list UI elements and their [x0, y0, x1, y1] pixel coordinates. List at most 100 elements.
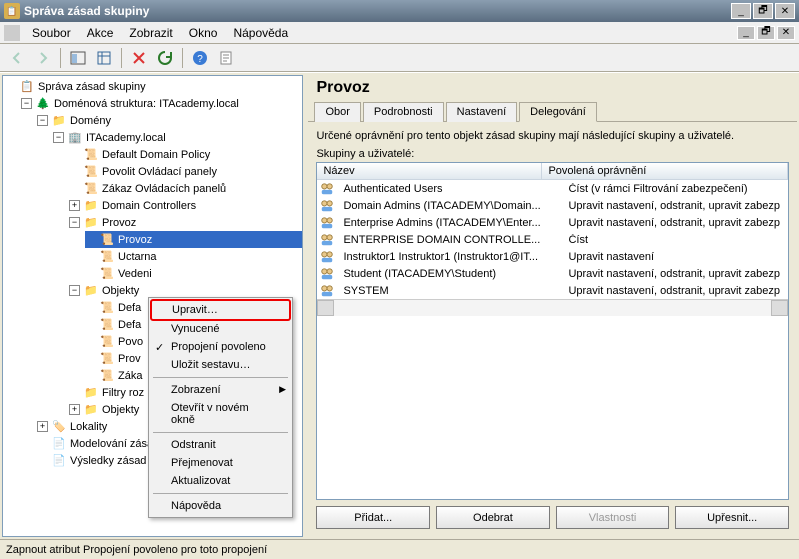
menu-napoveda[interactable]: Nápověda — [225, 24, 296, 42]
table-row[interactable]: ENTERPRISE DOMAIN CONTROLLE...Číst — [317, 231, 788, 248]
menu-okno[interactable]: Okno — [181, 24, 226, 42]
expand-toggle[interactable]: + — [69, 404, 80, 415]
tab-obor[interactable]: Obor — [314, 102, 360, 122]
tree-model[interactable]: Modelování zása — [70, 438, 153, 450]
tree-objekty2[interactable]: Objekty — [102, 404, 139, 416]
expand-toggle[interactable]: − — [37, 115, 48, 126]
tree-domain[interactable]: ITAcademy.local — [86, 132, 166, 144]
ou-icon: 📁 — [83, 215, 99, 231]
tree-lokality[interactable]: Lokality — [70, 421, 107, 433]
cm-otevrit[interactable]: Otevřít v novém okně — [151, 399, 290, 429]
delete-button[interactable] — [128, 47, 150, 69]
cm-ulozit[interactable]: Uložit sestavu… — [151, 356, 290, 374]
mdi-minimize-button[interactable]: _ — [737, 26, 755, 40]
group-icon — [319, 266, 335, 282]
folder-icon: 📁 — [83, 402, 99, 418]
properties-button[interactable] — [215, 47, 237, 69]
tree-ddp[interactable]: Default Domain Policy — [102, 149, 210, 161]
tree-pane[interactable]: 📋 Správa zásad skupiny − 🌲 Doménová stru… — [2, 75, 303, 537]
refresh-button[interactable] — [154, 47, 176, 69]
tree-filtry[interactable]: Filtry roz — [102, 387, 144, 399]
scroll-left-icon[interactable] — [317, 300, 334, 316]
help-button[interactable]: ? — [189, 47, 211, 69]
sites-icon: 🏷️ — [51, 419, 67, 435]
cm-propojeni[interactable]: ✓Propojení povoleno — [151, 338, 290, 356]
cm-vynucene[interactable]: Vynucené — [151, 320, 290, 338]
cm-aktualizovat[interactable]: Aktualizovat — [151, 472, 290, 490]
menu-soubor[interactable]: Soubor — [24, 24, 79, 42]
minimize-button[interactable]: _ — [731, 3, 751, 19]
tree-prov[interactable]: Prov — [118, 353, 141, 365]
gpo-icon: 📜 — [99, 368, 115, 384]
gpo-link-icon: 📜 — [99, 266, 115, 282]
tree-zak[interactable]: Zákaz Ovládacích panelů — [102, 183, 226, 195]
restore-button[interactable]: 🗗 — [753, 3, 773, 19]
deleg-desc: Určené oprávnění pro tento objekt zásad … — [316, 130, 789, 142]
tree-provoz-gpo[interactable]: Provoz — [118, 234, 152, 246]
expand-toggle[interactable]: + — [37, 421, 48, 432]
advanced-button[interactable]: Upřesnit... — [675, 506, 789, 529]
cm-separator — [153, 493, 288, 494]
table-row[interactable]: Domain Admins (ITACADEMY\Domain...Upravi… — [317, 197, 788, 214]
table-row[interactable]: Enterprise Admins (ITACADEMY\Enter...Upr… — [317, 214, 788, 231]
menu-zobrazit[interactable]: Zobrazit — [121, 24, 180, 42]
table-row[interactable]: Student (ITACADEMY\Student)Upravit nasta… — [317, 265, 788, 282]
cell-perm: Upravit nastavení, odstranit, upravit za… — [562, 217, 786, 229]
menubar: Soubor Akce Zobrazit Okno Nápověda _ 🗗 ✕ — [0, 22, 799, 44]
expand-toggle[interactable]: − — [69, 285, 80, 296]
close-button[interactable]: ✕ — [775, 3, 795, 19]
expand-toggle[interactable]: − — [53, 132, 64, 143]
tab-nastaveni[interactable]: Nastavení — [446, 102, 518, 122]
gpo-icon: 📜 — [99, 300, 115, 316]
cm-propojeni-label: Propojení povoleno — [171, 341, 266, 353]
mdi-restore-button[interactable]: 🗗 — [757, 26, 775, 40]
scroll-right-icon[interactable] — [771, 300, 788, 316]
tree-forest[interactable]: Doménová struktura: ITAcademy.local — [54, 98, 239, 110]
tree-defa2[interactable]: Defa — [118, 319, 141, 331]
col-opravneni[interactable]: Povolená oprávnění — [542, 163, 788, 179]
tree-root[interactable]: Správa zásad skupiny — [38, 81, 146, 93]
expand-toggle[interactable]: − — [69, 217, 80, 228]
add-button[interactable]: Přidat... — [316, 506, 430, 529]
tree-uctarna[interactable]: Uctarna — [118, 251, 157, 263]
cell-perm: Upravit nastavení — [562, 251, 786, 263]
toolbar: ? — [0, 44, 799, 72]
tree-zaka[interactable]: Záka — [118, 370, 142, 382]
cm-zobrazeni-label: Zobrazení — [171, 384, 221, 396]
cm-odstranit[interactable]: Odstranit — [151, 436, 290, 454]
cm-prejmenovat[interactable]: Přejmenovat — [151, 454, 290, 472]
tree-provoz[interactable]: Provoz — [102, 217, 136, 229]
cm-upravit[interactable]: Upravit… — [150, 299, 291, 321]
wmi-filters-icon: 📁 — [83, 385, 99, 401]
cm-zobrazeni[interactable]: Zobrazení▶ — [151, 381, 290, 399]
cm-napoveda[interactable]: Nápověda — [151, 497, 290, 515]
remove-button[interactable]: Odebrat — [436, 506, 550, 529]
groups-list[interactable]: Název Povolená oprávnění Authenticated U… — [316, 162, 789, 500]
tree-objekty[interactable]: Objekty — [102, 285, 139, 297]
tree-domains[interactable]: Domény — [70, 115, 111, 127]
horizontal-scrollbar[interactable] — [317, 299, 788, 316]
system-menu-icon[interactable] — [4, 25, 20, 41]
menu-akce[interactable]: Akce — [79, 24, 122, 42]
table-row[interactable]: Authenticated UsersČíst (v rámci Filtrov… — [317, 180, 788, 197]
tree-pov[interactable]: Povolit Ovládací panely — [102, 166, 217, 178]
expand-toggle[interactable]: − — [21, 98, 32, 109]
tree-povo[interactable]: Povo — [118, 336, 143, 348]
properties-button: Vlastnosti — [556, 506, 670, 529]
window-title: Správa zásad skupiny — [24, 4, 731, 18]
tab-delegovani[interactable]: Delegování — [519, 102, 597, 122]
options-button[interactable] — [93, 47, 115, 69]
cm-separator — [153, 377, 288, 378]
expand-toggle[interactable]: + — [69, 200, 80, 211]
tree-defa[interactable]: Defa — [118, 302, 141, 314]
mdi-close-button[interactable]: ✕ — [777, 26, 795, 40]
show-hide-tree-button[interactable] — [67, 47, 89, 69]
cell-perm: Upravit nastavení, odstranit, upravit za… — [562, 200, 786, 212]
group-icon — [319, 215, 335, 231]
table-row[interactable]: Instruktor1 Instruktor1 (Instruktor1@IT.… — [317, 248, 788, 265]
table-row[interactable]: SYSTEMUpravit nastavení, odstranit, upra… — [317, 282, 788, 299]
tree-vedeni[interactable]: Vedeni — [118, 268, 152, 280]
tab-podrobnosti[interactable]: Podrobnosti — [363, 102, 444, 122]
col-nazev[interactable]: Název — [317, 163, 542, 179]
tree-dc[interactable]: Domain Controllers — [102, 200, 196, 212]
